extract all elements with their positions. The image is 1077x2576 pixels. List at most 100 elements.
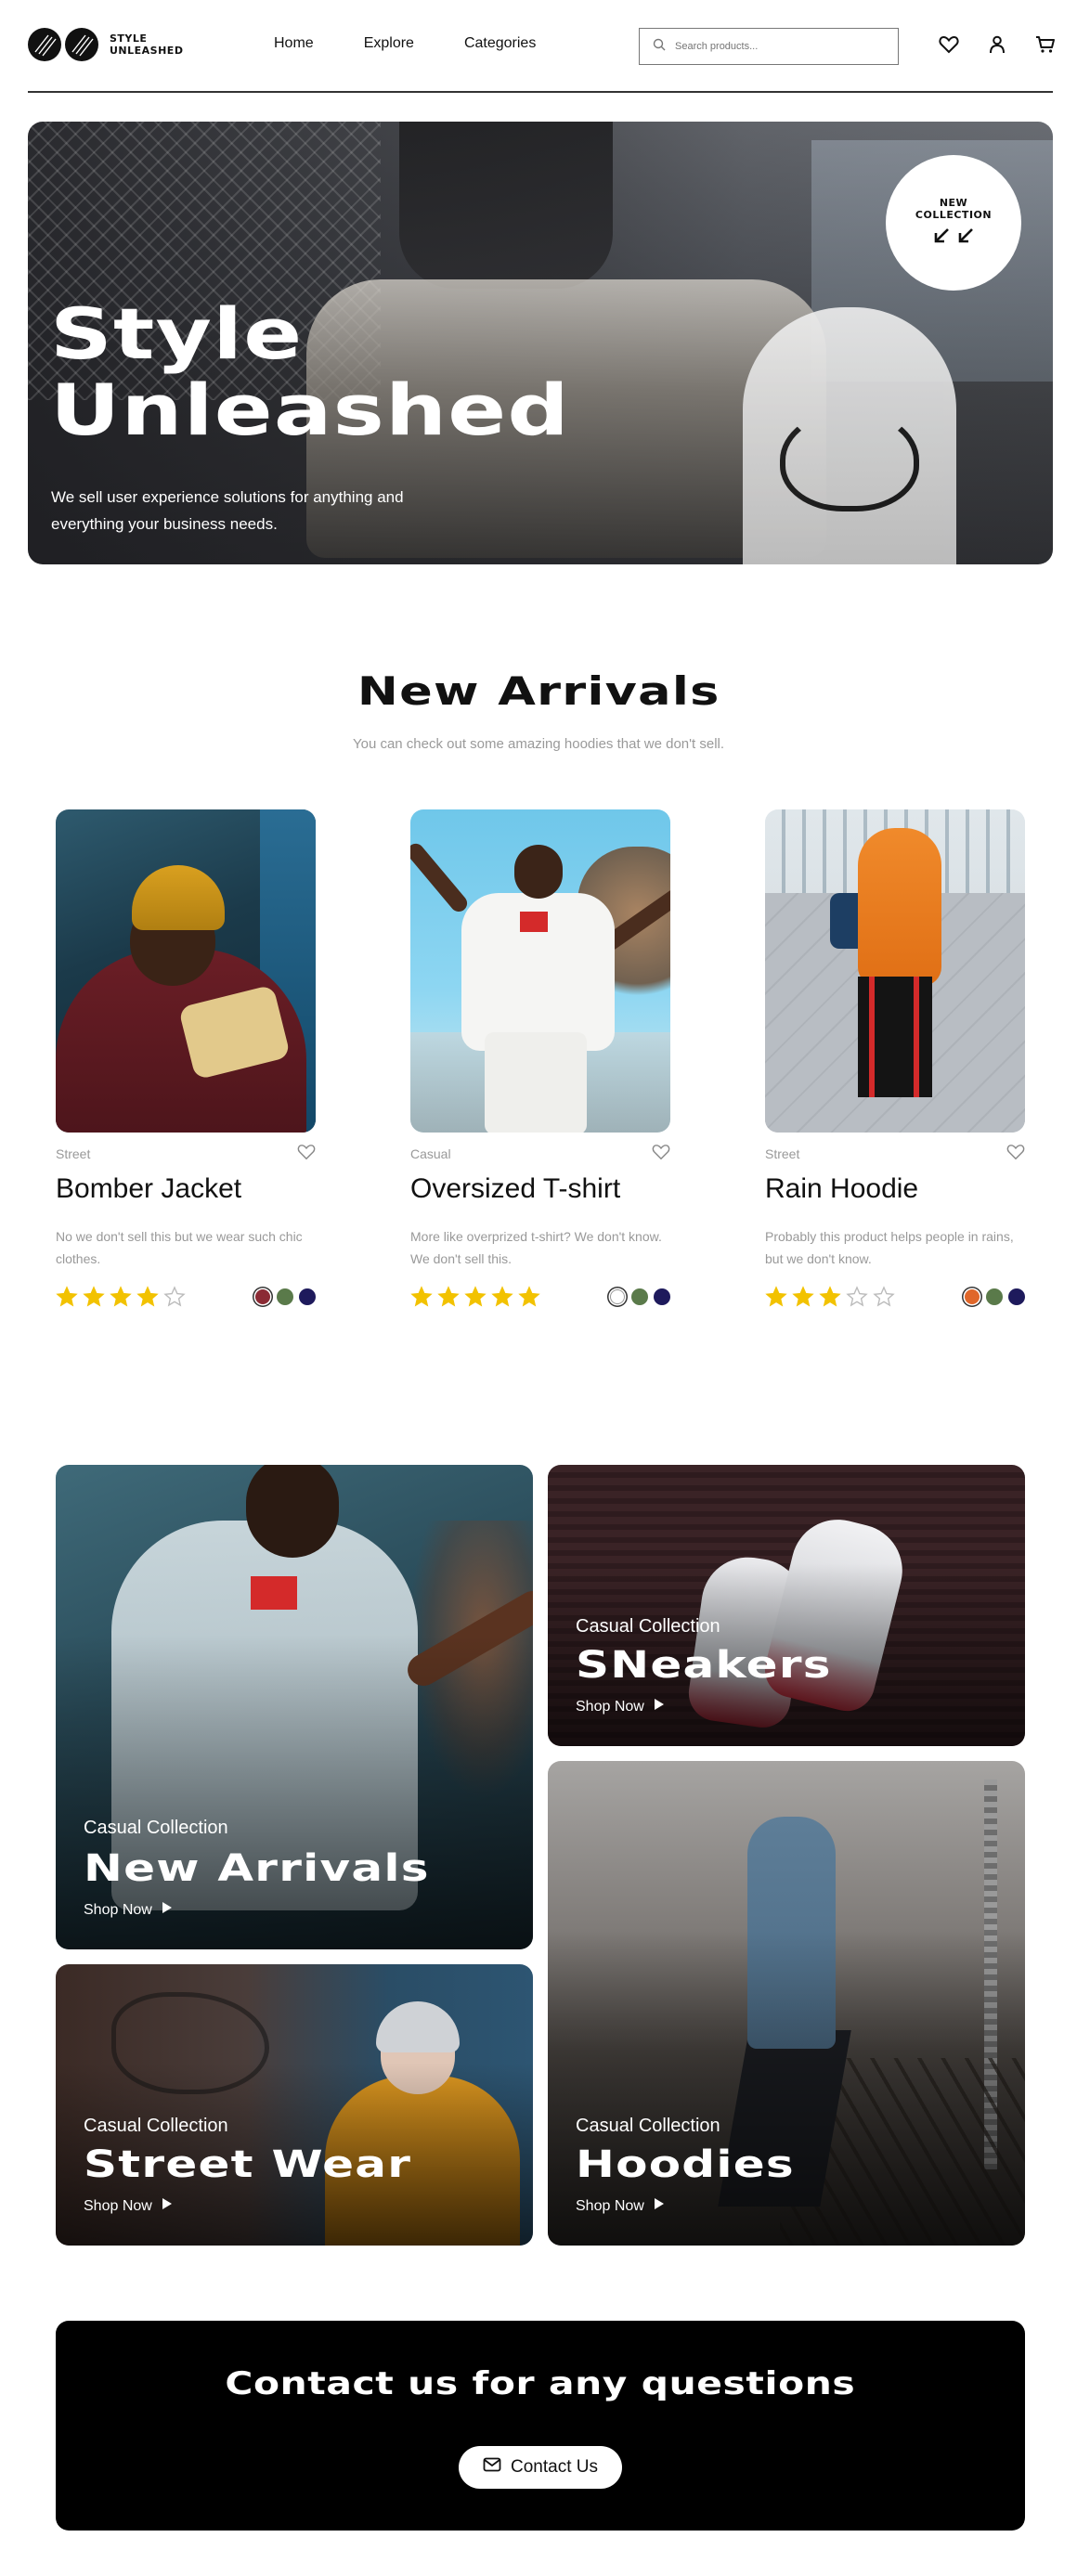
color-swatch[interactable] [277, 1288, 293, 1305]
product-category: Street [765, 1146, 800, 1161]
color-swatch[interactable] [986, 1288, 1003, 1305]
hero-subtitle: We sell user experience solutions for an… [51, 488, 404, 533]
brand-name: STYLE UNLEASHED [110, 32, 212, 57]
search-box[interactable] [639, 28, 899, 65]
product-image[interactable] [410, 809, 670, 1133]
nav-link-explore[interactable]: Explore [364, 35, 414, 52]
shop-now-link[interactable]: Shop Now [576, 2197, 665, 2215]
hero-banner: Style Unleashed We sell user experience … [28, 122, 1053, 564]
brand-name-line1: STYLE [110, 32, 148, 45]
photo-pants [485, 1032, 587, 1133]
collection-card-sneakers[interactable]: Casual Collection SNeakers Shop Now [548, 1465, 1025, 1746]
contact-us-label: Contact Us [511, 2457, 598, 2477]
site-header: STYLE UNLEASHED Home Explore Categories [28, 0, 1055, 93]
color-swatch[interactable] [631, 1288, 648, 1305]
wishlist-heart-icon[interactable] [297, 1144, 316, 1165]
product-name[interactable]: Bomber Jacket [56, 1173, 241, 1205]
color-swatches [254, 1288, 316, 1305]
star-empty-icon [846, 1286, 868, 1307]
hero-title: Style Unleashed [50, 296, 570, 448]
product-image[interactable] [765, 809, 1025, 1133]
product-description: Probably this product helps people in ra… [765, 1229, 1014, 1266]
play-arrow-icon [162, 1901, 173, 1919]
shark-print [780, 409, 919, 511]
arrow-down-left-icon [956, 227, 975, 250]
color-swatch[interactable] [255, 1289, 270, 1304]
collection-card-hoodies[interactable]: Casual Collection Hoodies Shop Now [548, 1761, 1025, 2246]
collection-title: New Arrivals [84, 1847, 430, 1890]
hero-title-line2: Unleashed [50, 369, 570, 451]
color-swatches [964, 1288, 1025, 1305]
collection-label: Casual Collection [84, 2116, 228, 2136]
search-icon [653, 38, 666, 56]
photo-arm [410, 840, 471, 915]
badge-label: NEW COLLECTION [915, 197, 992, 221]
product-rating [410, 1286, 540, 1308]
collection-title: SNeakers [576, 1644, 832, 1687]
brand-name-line2: UNLEASHED [110, 45, 184, 57]
shop-now-link[interactable]: Shop Now [84, 1901, 173, 1919]
color-swatch[interactable] [299, 1288, 316, 1305]
collection-title: Street Wear [84, 2143, 412, 2186]
contact-title-text: Contact us for any questions [225, 2365, 856, 2402]
new-arrivals-subtitle: You can check out some amazing hoodies t… [352, 736, 725, 752]
hero-photo-jumper [399, 122, 613, 289]
photo-stripe [914, 977, 919, 1097]
product-card[interactable]: Street Bomber Jacket No we don't sell th… [56, 809, 316, 1307]
shop-now-link[interactable]: Shop Now [576, 1698, 665, 1715]
brand-logo[interactable]: STYLE UNLEASHED [28, 28, 212, 61]
product-image[interactable] [56, 809, 316, 1133]
photo-stripe [869, 977, 875, 1097]
shop-now-label: Shop Now [84, 2197, 152, 2214]
heart-icon[interactable] [938, 33, 960, 56]
play-arrow-icon [654, 2197, 665, 2215]
star-filled-icon [819, 1286, 841, 1307]
play-arrow-icon [162, 2197, 173, 2215]
header-actions [938, 33, 1057, 56]
collection-card-street-wear[interactable]: Casual Collection Street Wear Shop Now [56, 1964, 533, 2246]
photo-print [520, 912, 548, 932]
nav-link-categories[interactable]: Categories [464, 35, 536, 52]
collection-label: Casual Collection [576, 1616, 720, 1637]
play-arrow-icon [654, 1698, 665, 1715]
badge-line2: COLLECTION [915, 208, 993, 221]
color-swatches [609, 1288, 670, 1305]
badge-arrows [932, 227, 975, 250]
contact-us-button[interactable]: Contact Us [459, 2446, 622, 2489]
cart-icon[interactable] [1034, 33, 1057, 56]
star-filled-icon [410, 1286, 433, 1307]
shop-now-link[interactable]: Shop Now [84, 2197, 173, 2215]
photo-head [514, 845, 563, 899]
color-swatch[interactable] [654, 1288, 670, 1305]
user-icon[interactable] [986, 33, 1008, 56]
color-swatch[interactable] [610, 1289, 625, 1304]
star-filled-icon [765, 1286, 787, 1307]
product-name[interactable]: Oversized T-shirt [410, 1173, 620, 1205]
shop-now-label: Shop Now [576, 1698, 644, 1715]
collection-card-new-arrivals[interactable]: Casual Collection New Arrivals Shop Now [56, 1465, 533, 1949]
arrow-down-left-icon [932, 227, 951, 250]
product-card[interactable]: Street Rain Hoodie Probably this product… [765, 809, 1025, 1307]
star-filled-icon [792, 1286, 814, 1307]
star-empty-icon [163, 1286, 186, 1307]
product-card[interactable]: Casual Oversized T-shirt More like overp… [410, 809, 670, 1307]
star-filled-icon [136, 1286, 159, 1307]
product-description: More like overprized t-shirt? We don't k… [410, 1229, 662, 1266]
star-filled-icon [110, 1286, 132, 1307]
star-empty-icon [873, 1286, 895, 1307]
photo-hoodie [858, 828, 941, 986]
collection-label: Casual Collection [84, 1818, 228, 1838]
color-swatch[interactable] [1008, 1288, 1025, 1305]
star-filled-icon [518, 1286, 540, 1307]
product-name[interactable]: Rain Hoodie [765, 1173, 918, 1205]
new-arrivals-title: New Arrivals [0, 668, 1077, 714]
star-filled-icon [491, 1286, 513, 1307]
hero-title-line1: Style [50, 292, 304, 375]
color-swatch[interactable] [965, 1289, 980, 1304]
wishlist-heart-icon[interactable] [652, 1144, 670, 1165]
mail-icon [483, 2457, 501, 2478]
wishlist-heart-icon[interactable] [1006, 1144, 1025, 1165]
new-collection-badge[interactable]: NEW COLLECTION [886, 155, 1021, 291]
search-input[interactable] [675, 41, 879, 52]
nav-link-home[interactable]: Home [274, 35, 314, 52]
